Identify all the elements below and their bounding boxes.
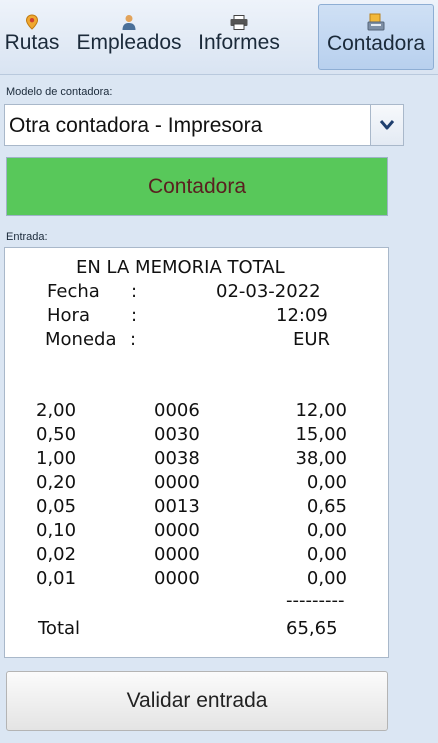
row-denomination: 2,00	[36, 400, 77, 421]
row-amount: 15,00	[295, 424, 347, 445]
tab-empleados-label: Empleados	[76, 31, 182, 54]
row-count: 0030	[154, 424, 200, 445]
moneda-label: Moneda	[45, 329, 117, 350]
modelo-label: Modelo de contadora:	[6, 86, 113, 98]
entrada-text-area[interactable]: EN LA MEMORIA TOTAL Fecha : 02-03-2022 H…	[4, 247, 389, 658]
scroll-handle-icon[interactable]: ⋮	[434, 372, 438, 382]
row-denomination: 0,01	[36, 568, 77, 589]
modelo-selected-value: Otra contadora - Impresora	[9, 114, 263, 137]
tab-rutas[interactable]: Rutas	[2, 4, 62, 70]
row-denomination: 0,02	[36, 544, 77, 565]
fecha-label: Fecha	[47, 281, 100, 302]
row-amount: 12,00	[295, 400, 347, 421]
counter-icon	[367, 9, 385, 31]
fecha-separator: :	[131, 281, 138, 302]
hora-value: 12:09	[276, 305, 328, 326]
row-amount: 38,00	[295, 448, 347, 469]
row-denomination: 0,05	[36, 496, 77, 517]
row-denomination: 0,50	[36, 424, 77, 445]
row-amount: 0,00	[306, 520, 347, 541]
row-amount: 0,00	[306, 472, 347, 493]
moneda-value: EUR	[293, 329, 331, 350]
row-count: 0000	[154, 472, 200, 493]
row-count: 0038	[154, 448, 200, 469]
row-count: 0000	[154, 568, 200, 589]
total-divider: ---------	[286, 590, 345, 611]
total-label: Total	[38, 618, 81, 639]
row-amount: 0,00	[306, 568, 347, 589]
validar-entrada-label: Validar entrada	[126, 689, 268, 712]
receipt-title: EN LA MEMORIA TOTAL	[76, 257, 285, 278]
chevron-down-icon	[379, 120, 395, 130]
tab-rutas-label: Rutas	[4, 31, 60, 54]
row-count: 0013	[154, 496, 200, 517]
row-denomination: 1,00	[36, 448, 77, 469]
validar-entrada-button[interactable]: Validar entrada	[6, 671, 388, 731]
dropdown-button[interactable]	[370, 105, 403, 145]
person-icon	[121, 8, 137, 30]
moneda-separator: :	[130, 329, 137, 350]
row-denomination: 0,10	[36, 520, 77, 541]
hora-label: Hora	[47, 305, 90, 326]
contadora-button-label: Contadora	[147, 174, 247, 198]
map-pin-icon	[25, 8, 39, 30]
total-value: 65,65	[286, 618, 338, 639]
tab-contadora-label: Contadora	[326, 32, 426, 55]
fecha-value: 02-03-2022	[216, 281, 321, 302]
entrada-label: Entrada:	[6, 231, 48, 243]
row-count: 0000	[154, 544, 200, 565]
printer-icon	[230, 8, 248, 30]
tab-contadora[interactable]: Contadora	[318, 4, 434, 70]
row-count: 0000	[154, 520, 200, 541]
hora-separator: :	[131, 305, 138, 326]
tab-informes-label: Informes	[198, 31, 280, 54]
row-amount: 0,00	[306, 544, 347, 565]
top-nav-bar: Rutas Empleados Informes Contadora	[0, 0, 438, 75]
tab-informes[interactable]: Informes	[194, 4, 284, 70]
row-amount: 0,65	[306, 496, 347, 517]
row-denomination: 0,20	[36, 472, 77, 493]
tab-empleados[interactable]: Empleados	[71, 4, 187, 70]
modelo-select[interactable]: Otra contadora - Impresora	[4, 104, 404, 146]
row-count: 0006	[154, 400, 200, 421]
contadora-button[interactable]: Contadora	[6, 157, 388, 216]
